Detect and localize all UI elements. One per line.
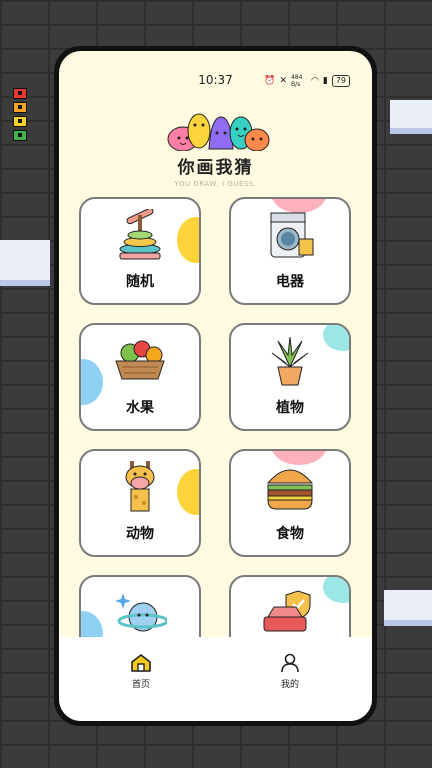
category-label: 随机 [126, 274, 154, 290]
sim-icon: ▮ [322, 76, 328, 86]
home-icon [131, 654, 151, 672]
category-card-fruit[interactable]: 水果 [79, 323, 201, 431]
pixel-cloud [0, 240, 50, 286]
ring-stacker-toy-icon [119, 207, 161, 260]
tab-mine[interactable]: 我的 [260, 653, 320, 690]
pixel-cloud [384, 590, 432, 626]
category-card-animals[interactable]: 动物 [79, 449, 201, 557]
giraffe-icon [125, 461, 155, 512]
category-card-random[interactable]: 随机 [79, 197, 201, 305]
potted-plant-icon [271, 336, 309, 386]
blob-characters-icon [167, 113, 269, 151]
category-label: 食物 [276, 526, 304, 542]
status-bar: 10:37 ⏰ ✕ 484 B/s ◠ ▮ 79 [59, 73, 372, 89]
tab-home-label: 首页 [131, 680, 150, 690]
category-grid[interactable]: 随机 电器 水果 植物 动物 食物 [79, 197, 357, 639]
tab-mine-label: 我的 [280, 680, 299, 690]
pixel-signal-icon [13, 88, 29, 144]
status-icons: ⏰ ✕ 484 B/s ◠ ▮ 79 [264, 74, 350, 88]
category-label: 动物 [126, 526, 154, 542]
alarm-icon: ⏰ [264, 76, 276, 86]
fruit-basket-icon [115, 340, 165, 380]
pixel-cloud [390, 100, 432, 134]
category-card-food[interactable]: 食物 [229, 449, 351, 557]
burger-icon [266, 469, 314, 510]
category-card-space[interactable] [79, 575, 201, 639]
category-label: 植物 [276, 400, 304, 416]
phone-frame: 10:37 ⏰ ✕ 484 B/s ◠ ▮ 79 你画我猜 YOU DRAW, … [54, 46, 377, 726]
wifi-icon: ◠ [311, 76, 319, 86]
car-insurance-icon [263, 590, 311, 632]
network-speed: 484 B/s [291, 74, 303, 88]
planet-icon [115, 593, 169, 632]
category-card-appliances[interactable]: 电器 [229, 197, 351, 305]
battery-indicator: 79 [331, 75, 350, 87]
bottom-tab-bar: 首页 我的 [59, 637, 372, 721]
category-card-plants[interactable]: 植物 [229, 323, 351, 431]
mute-icon: ✕ [279, 76, 287, 86]
washing-machine-icon [270, 212, 314, 258]
tab-home[interactable]: 首页 [111, 653, 171, 690]
category-label: 水果 [126, 400, 154, 416]
user-icon [281, 653, 299, 673]
app-title: 你画我猜 [177, 158, 254, 178]
app-logo: 你画我猜 YOU DRAW, I GUESS. [59, 109, 372, 188]
app-screen: 10:37 ⏰ ✕ 484 B/s ◠ ▮ 79 你画我猜 YOU DRAW, … [59, 51, 372, 721]
category-card-vehicles[interactable] [229, 575, 351, 639]
app-subtitle: YOU DRAW, I GUESS. [174, 180, 257, 188]
category-label: 电器 [276, 274, 304, 290]
